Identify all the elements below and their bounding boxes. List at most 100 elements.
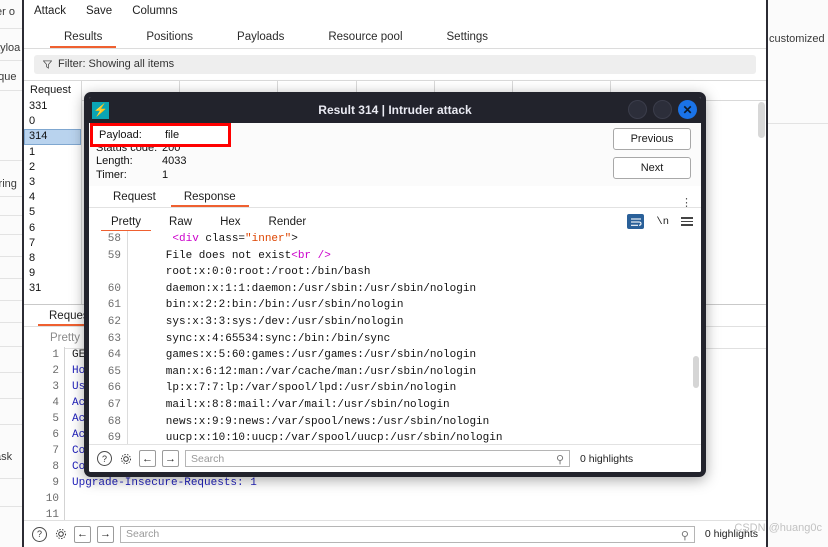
gear-icon[interactable]	[53, 527, 68, 542]
bg-divider	[0, 28, 22, 29]
column-divider[interactable]	[81, 81, 82, 100]
window-controls: ✕	[628, 100, 697, 119]
line-number: 68	[107, 415, 121, 428]
length-label: Length:	[96, 155, 133, 167]
line-number: 6	[52, 429, 59, 441]
meta-row-length: Length: 4033	[89, 155, 701, 169]
funnel-icon	[42, 59, 53, 69]
result-row-6[interactable]: 6	[24, 221, 81, 236]
payload-value-highlighted: file	[165, 129, 180, 141]
modal-subtab-hex[interactable]: Hex	[206, 216, 254, 232]
arrow-left-icon[interactable]: ←	[74, 525, 91, 543]
maximize-button[interactable]	[653, 100, 672, 119]
search-input[interactable]: Search ⚲	[120, 525, 695, 543]
bg-divider	[0, 424, 22, 425]
tab-results[interactable]: Results	[42, 31, 124, 48]
minimize-button[interactable]	[628, 100, 647, 119]
filter-label: Filter: Showing all items	[58, 58, 175, 70]
tab-settings[interactable]: Settings	[425, 31, 511, 48]
result-row-0[interactable]: 0	[24, 114, 81, 129]
line-number: 61	[107, 299, 121, 312]
line-number: 62	[107, 315, 121, 328]
menu-item-attack[interactable]: Attack	[34, 5, 66, 17]
response-code-view[interactable]: 58 59 60 61 62 63 64 65 66 67 68 69 <div…	[89, 231, 701, 445]
search-input[interactable]: Search ⚲	[185, 450, 570, 467]
modal-tab-response[interactable]: Response	[170, 191, 250, 207]
bg-divider	[0, 300, 22, 301]
menu-item-columns[interactable]: Columns	[132, 5, 177, 17]
modal-tabs-kebab-icon[interactable]: ⋮	[681, 198, 692, 209]
burp-lightning-icon: ⚡	[92, 101, 109, 119]
gear-icon[interactable]	[118, 451, 133, 466]
modal-titlebar[interactable]: ⚡ Result 314 | Intruder attack ✕	[89, 97, 701, 123]
question-mark-icon[interactable]: ?	[97, 451, 112, 466]
bg-divider	[0, 215, 22, 216]
result-row-4[interactable]: 4	[24, 190, 81, 205]
result-row-5[interactable]: 5	[24, 205, 81, 220]
response-token: mail:x:8:8:mail:/var/mail:/usr/sbin/nolo…	[146, 398, 450, 411]
modal-subtab-raw[interactable]: Raw	[155, 216, 206, 232]
response-line: File does not exist<br />	[146, 248, 691, 265]
result-row-1[interactable]: 1	[24, 145, 81, 160]
bg-divider	[0, 234, 22, 235]
results-scrollbar-thumb[interactable]	[758, 102, 765, 138]
menu-item-save[interactable]: Save	[86, 5, 112, 17]
response-scrollbar-thumb[interactable]	[693, 356, 699, 388]
filter-bar[interactable]: Filter: Showing all items	[34, 54, 756, 74]
result-row-2[interactable]: 2	[24, 160, 81, 175]
lower-panel-bottom-bar: ? ← → Search ⚲ 0 highlights	[24, 520, 766, 547]
bg-divider	[0, 322, 22, 323]
modal-subtab-render[interactable]: Render	[255, 216, 321, 232]
modal-body: Payload: file Status code: 200 Length: 4…	[89, 123, 701, 472]
newline-icon[interactable]: \n	[656, 216, 669, 228]
line-number: 65	[107, 365, 121, 378]
question-mark-icon[interactable]: ?	[32, 526, 47, 542]
tab-payloads[interactable]: Payloads	[215, 31, 306, 48]
response-line: <div class="inner">	[146, 231, 691, 248]
response-line: daemon:x:1:1:daemon:/usr/sbin:/usr/sbin/…	[146, 281, 691, 298]
line-number: 4	[52, 397, 59, 409]
close-button[interactable]: ✕	[678, 100, 697, 119]
results-scrollbar-track[interactable]	[758, 100, 765, 280]
response-gutter: 58 59 60 61 62 63 64 65 66 67 68 69	[89, 231, 128, 445]
arrow-left-icon[interactable]: ←	[139, 450, 156, 467]
result-row-331[interactable]: 331	[24, 99, 81, 114]
bg-fragment-right-1: customized in	[769, 33, 828, 45]
hamburger-menu-icon[interactable]	[681, 217, 693, 226]
result-row-9[interactable]: 9	[24, 266, 81, 281]
tab-positions[interactable]: Positions	[124, 31, 215, 48]
response-line: mail:x:8:8:mail:/var/mail:/usr/sbin/nolo…	[146, 397, 691, 414]
response-token: games:x:5:60:games:/usr/games:/usr/sbin/…	[146, 349, 477, 362]
line-number: 9	[52, 477, 59, 489]
result-row-31[interactable]: 31	[24, 281, 81, 296]
line-number: 66	[107, 382, 121, 395]
arrow-right-icon[interactable]: →	[97, 525, 114, 543]
result-row-8[interactable]: 8	[24, 251, 81, 266]
line-number: 2	[52, 365, 59, 377]
modal-subtab-pretty[interactable]: Pretty	[97, 216, 155, 232]
result-row-3[interactable]: 3	[24, 175, 81, 190]
response-token: "inner"	[245, 233, 292, 245]
response-token: uucp:x:10:10:uucp:/var/spool/uucp:/usr/s…	[146, 432, 503, 445]
result-nav-buttons: Previous Next	[613, 128, 691, 179]
response-line: root:x:0:0:root:/root:/bin/bash	[146, 264, 691, 281]
timer-value: 1	[162, 168, 169, 181]
next-button[interactable]: Next	[613, 157, 691, 179]
response-line: lp:x:7:7:lp:/var/spool/lpd:/usr/sbin/nol…	[146, 380, 691, 397]
bg-fragment-left-1: er o	[0, 6, 15, 18]
word-wrap-icon[interactable]	[627, 214, 645, 229]
column-header-request[interactable]: Request	[30, 84, 71, 96]
arrow-right-icon[interactable]: →	[162, 450, 179, 467]
modal-tab-request[interactable]: Request	[99, 191, 170, 207]
result-row-314[interactable]: 314	[24, 129, 81, 145]
previous-button[interactable]: Previous	[613, 128, 691, 150]
line-number: 60	[107, 282, 121, 295]
bg-divider	[0, 346, 22, 347]
menu-bar: Attack Save Columns	[24, 0, 766, 22]
result-row-7[interactable]: 7	[24, 236, 81, 251]
magnifier-icon: ⚲	[680, 529, 689, 542]
screenshot-root: er o ayloa eque string task customized i…	[0, 0, 828, 547]
tab-resource-pool[interactable]: Resource pool	[306, 31, 424, 48]
response-token: class=	[198, 233, 246, 245]
